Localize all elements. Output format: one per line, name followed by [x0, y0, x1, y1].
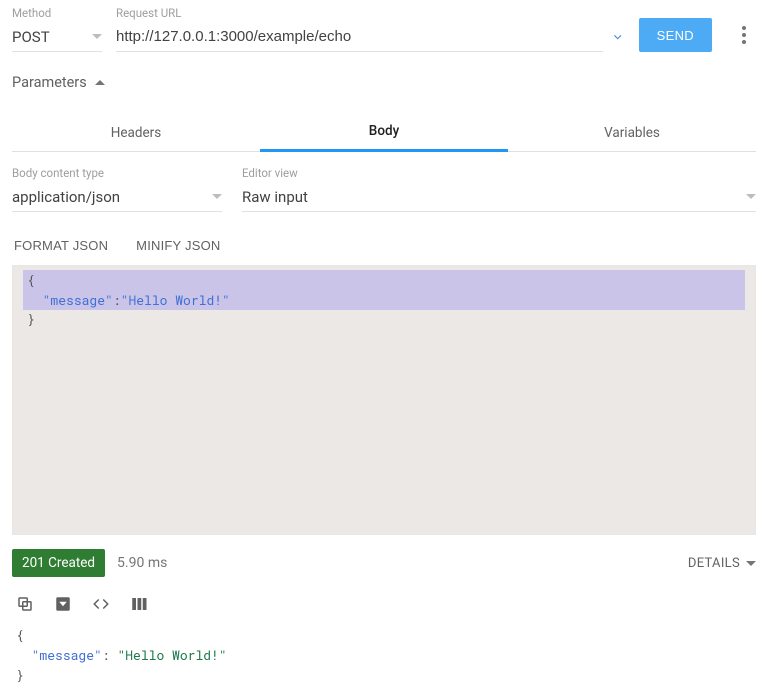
- response-tools: [12, 595, 756, 613]
- editor-view-select[interactable]: Raw input: [242, 182, 756, 212]
- content-type-value: application/json: [12, 188, 120, 206]
- status-badge: 201 Created: [12, 549, 105, 577]
- parameters-label: Parameters: [12, 74, 87, 91]
- details-label: DETAILS: [688, 556, 740, 571]
- format-json-button[interactable]: FORMAT JSON: [12, 234, 110, 257]
- url-field: Request URL: [116, 6, 625, 52]
- code-icon[interactable]: [92, 595, 110, 613]
- editor-line-value: "Hello World!": [121, 291, 230, 309]
- editor-line-key: "message": [43, 291, 113, 309]
- editor-view-field: Editor view Raw input: [242, 166, 756, 212]
- chevron-down-icon: [746, 561, 756, 566]
- url-label: Request URL: [116, 6, 625, 20]
- response-body: { "message": "Hello World!" }: [12, 625, 756, 685]
- request-top-row: Method POST Request URL SEND: [12, 6, 756, 52]
- request-panel: Method POST Request URL SEND Parameters …: [0, 0, 768, 697]
- response-key: "message": [32, 646, 102, 664]
- more-menu-icon[interactable]: [732, 18, 756, 52]
- parameters-toggle[interactable]: Parameters: [12, 74, 756, 91]
- chevron-down-icon: [212, 194, 222, 199]
- send-button[interactable]: SEND: [639, 18, 712, 52]
- method-select[interactable]: POST: [12, 22, 102, 52]
- download-icon[interactable]: [54, 595, 72, 613]
- details-button[interactable]: DETAILS: [688, 556, 756, 571]
- status-row: 201 Created 5.90 ms DETAILS: [12, 549, 756, 577]
- chevron-down-icon: [746, 194, 756, 199]
- tab-variables[interactable]: Variables: [508, 113, 756, 151]
- editor-line: {: [27, 271, 35, 289]
- editor-view-label: Editor view: [242, 166, 756, 180]
- url-input[interactable]: [116, 22, 603, 52]
- tab-body[interactable]: Body: [260, 111, 508, 152]
- response-line: {: [16, 626, 24, 644]
- chevron-up-icon: [95, 80, 105, 85]
- status-time: 5.90 ms: [117, 555, 167, 571]
- content-type-label: Body content type: [12, 166, 222, 180]
- columns-icon[interactable]: [130, 595, 148, 613]
- chevron-down-icon: [92, 34, 102, 39]
- method-label: Method: [12, 6, 102, 20]
- copy-icon[interactable]: [16, 595, 34, 613]
- tab-headers[interactable]: Headers: [12, 113, 260, 151]
- response-line: }: [16, 666, 24, 684]
- editor-view-value: Raw input: [242, 188, 308, 206]
- content-type-select[interactable]: application/json: [12, 182, 222, 212]
- json-tools-row: FORMAT JSON MINIFY JSON: [12, 234, 756, 257]
- minify-json-button[interactable]: MINIFY JSON: [134, 234, 222, 257]
- chevron-down-icon[interactable]: [611, 30, 624, 44]
- editor-line: }: [27, 310, 35, 328]
- url-input-wrap: [116, 22, 625, 52]
- parameters-tabs: Headers Body Variables: [12, 111, 756, 152]
- response-value: "Hello World!": [117, 646, 226, 664]
- method-value: POST: [12, 28, 50, 46]
- content-type-field: Body content type application/json: [12, 166, 222, 212]
- request-body-editor[interactable]: { "message":"Hello World!" }: [12, 265, 756, 535]
- method-field: Method POST: [12, 6, 102, 52]
- body-options-row: Body content type application/json Edito…: [12, 166, 756, 212]
